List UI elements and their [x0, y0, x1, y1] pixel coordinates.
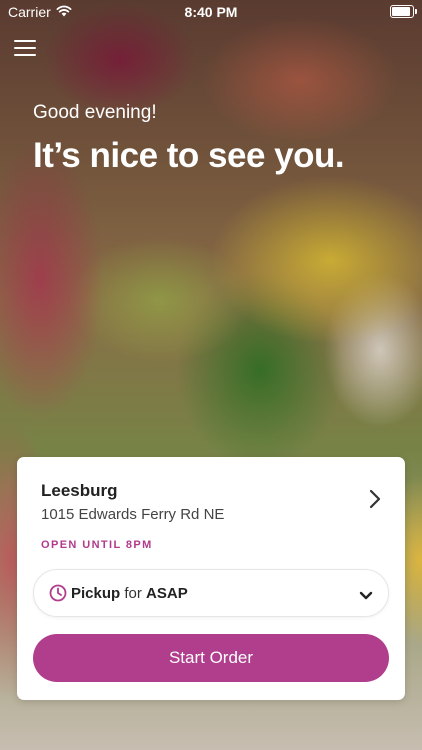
location-address: 1015 Edwards Ferry Rd NE [41, 506, 225, 523]
order-time: ASAP [146, 585, 188, 602]
pickup-time-selector[interactable]: Pickup for ASAP [33, 569, 389, 617]
welcome-headline: It’s nice to see you. [33, 136, 345, 175]
pickup-for-word: for [124, 585, 142, 602]
battery-icon [390, 5, 417, 18]
menu-line [14, 54, 36, 56]
menu-line [14, 40, 36, 42]
menu-icon[interactable] [14, 38, 36, 58]
battery-level [392, 7, 410, 16]
chevron-right-icon [369, 489, 381, 514]
order-mode: Pickup [71, 585, 121, 602]
clock-icon [49, 584, 67, 607]
status-bar: Carrier 8:40 PM [0, 0, 422, 24]
location-name: Leesburg [41, 481, 118, 500]
store-hours: OPEN UNTIL 8PM [41, 539, 153, 551]
menu-line [14, 47, 36, 49]
pickup-summary: Pickup for ASAP [71, 585, 188, 602]
order-card: Leesburg 1015 Edwards Ferry Rd NE OPEN U… [17, 457, 405, 700]
chevron-down-icon [359, 588, 373, 606]
greeting-text: Good evening! [33, 102, 157, 123]
start-order-button[interactable]: Start Order [33, 634, 389, 682]
clock-time: 8:40 PM [184, 4, 238, 20]
location-selector[interactable]: Leesburg 1015 Edwards Ferry Rd NE [41, 481, 385, 527]
